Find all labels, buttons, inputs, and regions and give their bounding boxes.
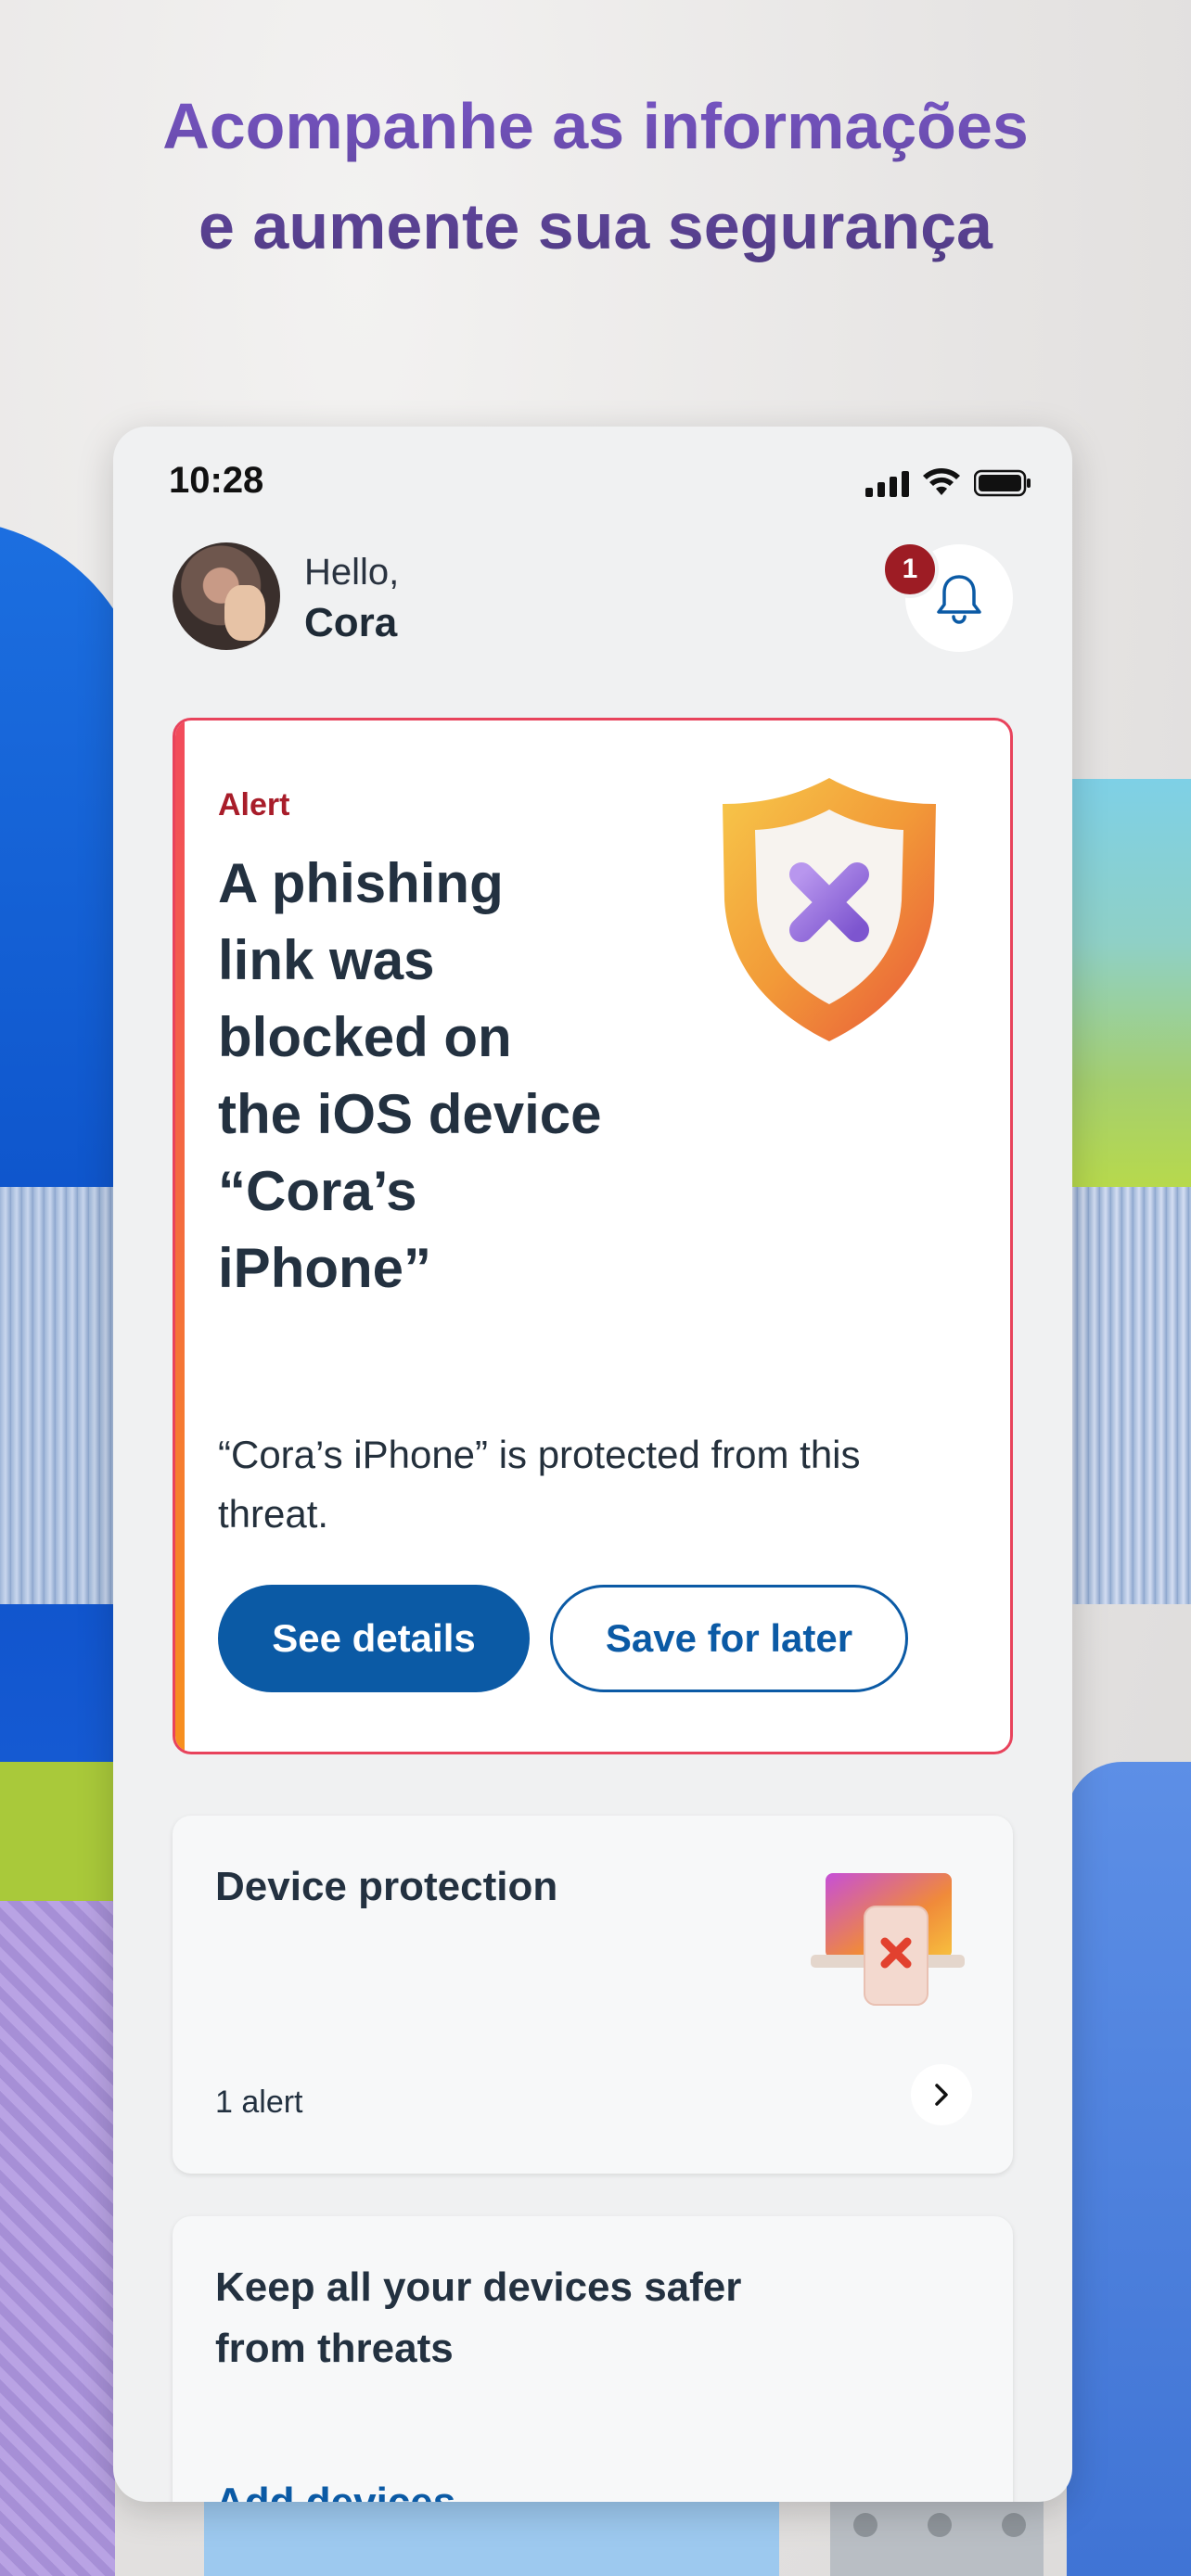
lime-shape — [0, 1762, 115, 1901]
alert-description: “Cora’s iPhone” is protected from this t… — [218, 1433, 861, 1536]
metal-hole — [1002, 2513, 1026, 2537]
add-devices-card: Keep all your devices safer from threats… — [173, 2216, 1013, 2502]
phone-screen: 10:28 Hello, Cora 1 Alert A phishing lin… — [113, 427, 1072, 2502]
headline-line-1: Acompanhe as informações — [162, 90, 1029, 162]
status-icons — [865, 467, 1031, 497]
blue-shape-right — [1067, 1762, 1191, 2576]
notification-badge: 1 — [881, 541, 939, 598]
promo-headline: Acompanhe as informações e aumente sua s… — [0, 76, 1191, 276]
device-alert-count: 1 alert — [215, 2085, 303, 2120]
device-protection-title: Device protection — [215, 1864, 558, 1909]
greeting-text: Hello, — [304, 552, 400, 593]
alert-title: A phishing link was blocked on the iOS d… — [218, 852, 602, 1299]
ribbed-glass-right — [1067, 1187, 1191, 1604]
chevron-right-icon — [935, 2084, 948, 2106]
alert-card: Alert A phishing link was blocked on the… — [173, 718, 1013, 1754]
shield-x-icon — [723, 778, 936, 1041]
alert-label: Alert — [218, 787, 290, 823]
laptop-phone-x-icon — [811, 1873, 965, 2006]
add-devices-link[interactable]: Add devices — [215, 2480, 455, 2502]
greeting-header: Hello, Cora 1 — [173, 541, 1013, 652]
device-protection-card[interactable]: Device protection 1 alert — [173, 1816, 1013, 2174]
ribbed-glass-left — [0, 1187, 115, 1604]
status-bar: 10:28 — [113, 427, 1072, 510]
wifi-icon — [923, 468, 960, 495]
save-for-later-button[interactable]: Save for later — [550, 1585, 908, 1692]
bell-icon — [937, 575, 981, 624]
purple-texture — [0, 1901, 115, 2576]
cellular-signal-icon — [865, 471, 909, 497]
headline-line-2: e aumente sua segurança — [198, 190, 992, 262]
add-devices-title: Keep all your devices safer from threats — [215, 2264, 742, 2371]
see-details-button[interactable]: See details — [218, 1585, 530, 1692]
avatar[interactable] — [173, 542, 280, 650]
user-name: Cora — [304, 600, 398, 645]
device-open-button[interactable] — [911, 2064, 972, 2125]
metal-hole — [853, 2513, 877, 2537]
metal-hole — [928, 2513, 952, 2537]
status-time: 10:28 — [169, 460, 264, 501]
green-shape — [1067, 779, 1191, 1187]
battery-icon — [974, 469, 1031, 497]
